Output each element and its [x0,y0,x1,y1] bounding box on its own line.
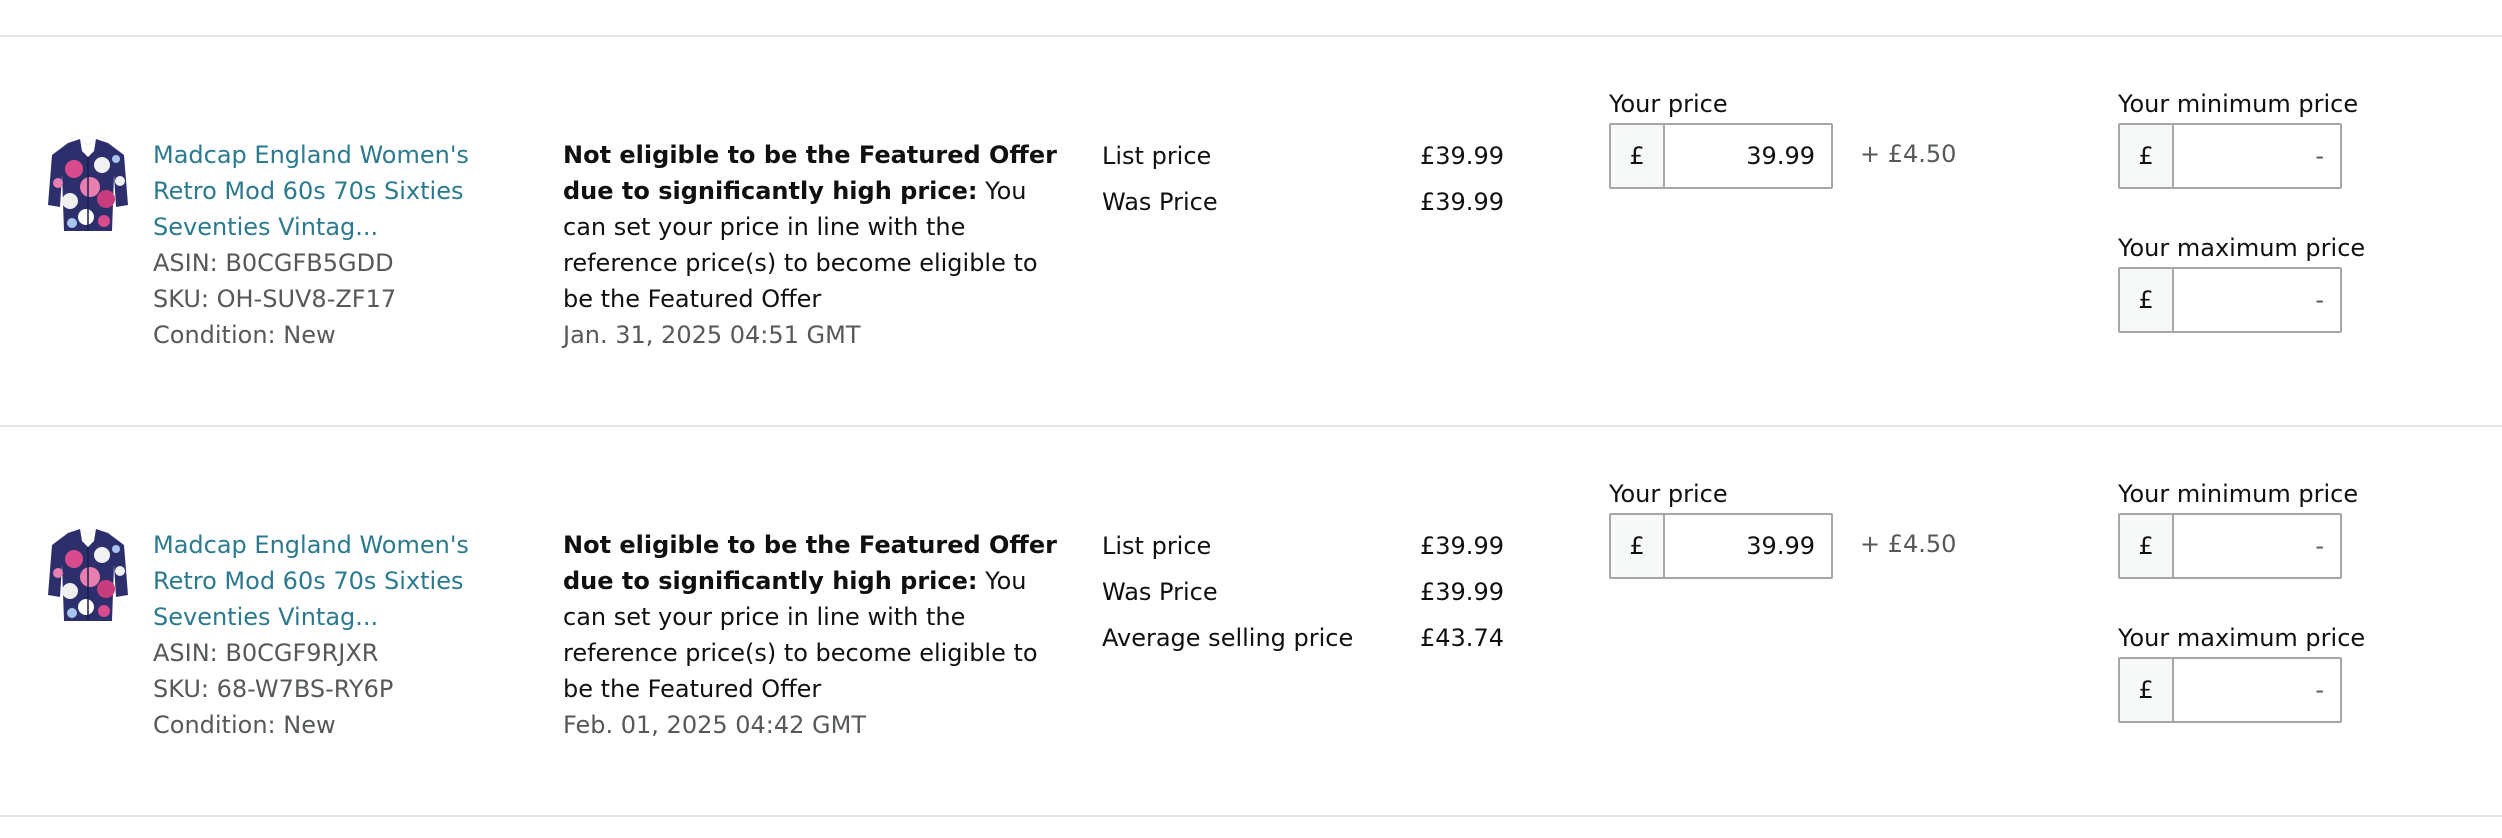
product-asin: ASIN: B0CGF9RJXR [153,639,379,667]
your-price-label: Your price [1609,90,1728,118]
product-thumbnail[interactable] [46,525,130,625]
minimum-price-input[interactable] [2174,515,2340,577]
maximum-price-field: £ [2118,657,2342,723]
minimum-price-label: Your minimum price [2118,480,2359,508]
shipping-cost: + £4.50 [1860,140,1957,168]
currency-symbol: £ [2120,269,2174,331]
maximum-price-label: Your maximum price [2118,234,2366,262]
average-selling-price-label: Average selling price [1102,624,1354,652]
product-title-link[interactable]: Madcap England Women's Retro Mod 60s 70s… [153,527,503,635]
list-price-value: £39.99 [1420,142,1504,170]
product-thumbnail[interactable] [46,135,130,235]
was-price-value: £39.99 [1420,188,1504,216]
your-price-input[interactable] [1665,515,1831,577]
product-title-link[interactable]: Madcap England Women's Retro Mod 60s 70s… [153,137,503,245]
minimum-price-field: £ [2118,513,2342,579]
featured-offer-message: Not eligible to be the Featured Offer du… [563,137,1073,317]
currency-symbol: £ [1611,515,1665,577]
product-sku: SKU: 68-W7BS-RY6P [153,675,394,703]
product-sku: SKU: OH-SUV8-ZF17 [153,285,397,313]
average-selling-price-value: £43.74 [1420,624,1504,652]
product-condition: Condition: New [153,711,336,739]
maximum-price-input[interactable] [2174,659,2340,721]
currency-symbol: £ [2120,659,2174,721]
shipping-cost: + £4.50 [1860,530,1957,558]
maximum-price-label: Your maximum price [2118,624,2366,652]
product-asin: ASIN: B0CGFB5GDD [153,249,394,277]
minimum-price-input[interactable] [2174,125,2340,187]
product-condition: Condition: New [153,321,336,349]
listing-row-2: Madcap England Women's Retro Mod 60s 70s… [0,427,2502,817]
your-price-label: Your price [1609,480,1728,508]
list-price-value: £39.99 [1420,532,1504,560]
listing-row-1: Madcap England Women's Retro Mod 60s 70s… [0,37,2502,427]
was-price-label: Was Price [1102,188,1218,216]
currency-symbol: £ [2120,125,2174,187]
currency-symbol: £ [1611,125,1665,187]
maximum-price-input[interactable] [2174,269,2340,331]
was-price-value: £39.99 [1420,578,1504,606]
your-price-field: £ [1609,513,1833,579]
status-timestamp: Feb. 01, 2025 04:42 GMT [563,711,867,739]
maximum-price-field: £ [2118,267,2342,333]
was-price-label: Was Price [1102,578,1218,606]
featured-offer-message: Not eligible to be the Featured Offer du… [563,527,1073,707]
divider-bottom [0,815,2502,817]
your-price-field: £ [1609,123,1833,189]
list-price-label: List price [1102,532,1212,560]
status-timestamp: Jan. 31, 2025 04:51 GMT [563,321,861,349]
currency-symbol: £ [2120,515,2174,577]
minimum-price-label: Your minimum price [2118,90,2359,118]
minimum-price-field: £ [2118,123,2342,189]
list-price-label: List price [1102,142,1212,170]
your-price-input[interactable] [1665,125,1831,187]
